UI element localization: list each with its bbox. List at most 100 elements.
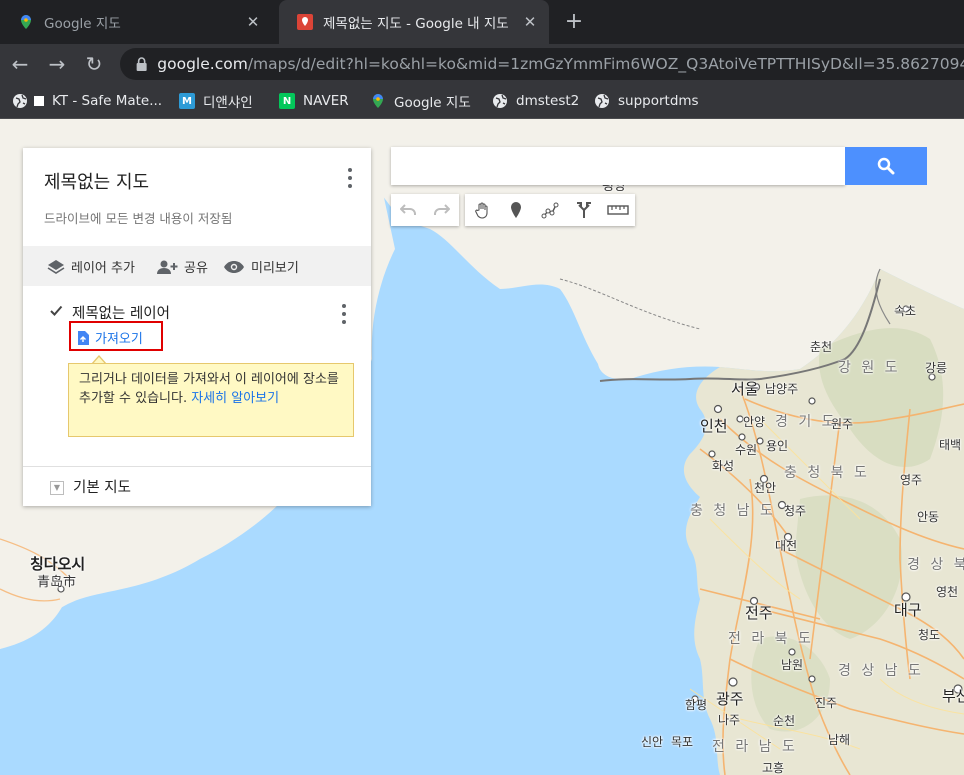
add-layer-button[interactable]: 레이어 추가 <box>47 257 135 276</box>
panel-divider <box>23 466 371 467</box>
draw-line-button[interactable] <box>533 194 567 226</box>
globe-icon <box>595 94 609 108</box>
map-label: 안양 <box>743 415 766 429</box>
map-label: 경 상 남 도 <box>838 663 924 679</box>
preview-label: 미리보기 <box>251 261 299 276</box>
directions-icon <box>577 202 591 218</box>
tab-my-maps[interactable]: 제목없는 지도 - Google 내 지도 ✕ <box>279 0 549 44</box>
map-label: 남해 <box>828 733 851 747</box>
layer-name[interactable]: 제목없는 레이어 <box>72 302 170 323</box>
search-button[interactable] <box>845 147 927 185</box>
map-editor-panel: 제목없는 지도 드라이브에 모든 변경 내용이 저장됨 레이어 추가 공유 미리… <box>23 148 371 506</box>
share-button[interactable]: 공유 <box>156 257 208 276</box>
map-label: 용인 <box>766 439 789 453</box>
bookmark-naver[interactable]: N NAVER <box>279 91 349 111</box>
square-icon <box>34 96 44 106</box>
map-label: 원주 <box>831 417 854 431</box>
map-label: 순천 <box>773 714 796 728</box>
forward-button[interactable]: → <box>45 52 69 76</box>
map-label: 인천 <box>700 417 728 435</box>
bookmarks-bar: KT - Safe Mate... M 디앤샤인 N NAVER Google … <box>0 84 964 119</box>
bookmark-dnshine[interactable]: M 디앤샤인 <box>179 91 253 111</box>
map-label: 청도 <box>918 628 941 642</box>
undo-redo-group <box>391 194 459 226</box>
add-marker-button[interactable] <box>499 194 533 226</box>
m-logo-icon: M <box>179 93 195 109</box>
my-maps-icon <box>297 14 313 30</box>
hand-tool-button[interactable] <box>465 194 499 226</box>
ruler-button[interactable] <box>601 194 635 226</box>
save-status: 드라이브에 모든 변경 내용이 저장됨 <box>44 211 233 226</box>
globe-icon <box>493 94 507 108</box>
maps-pin-icon <box>21 15 31 29</box>
map-label: 춘천 <box>810 340 833 354</box>
url-host: google.com <box>157 55 248 73</box>
bookmark-label: 디앤샤인 <box>203 95 253 111</box>
map-title[interactable]: 제목없는 지도 <box>44 168 149 194</box>
redo-icon <box>434 204 450 215</box>
map-label: 대구 <box>894 601 922 619</box>
layer-options-menu-icon[interactable] <box>338 304 350 324</box>
redo-button[interactable] <box>425 194 459 226</box>
map-label: 전주 <box>745 604 773 622</box>
map-label: 경 상 북 도 <box>907 557 964 573</box>
add-layer-label: 레이어 추가 <box>71 261 135 276</box>
bookmark-kt-safe-mate[interactable]: KT - Safe Mate... <box>12 91 162 111</box>
tab-close-icon[interactable]: ✕ <box>521 13 539 31</box>
map-label: 함평 <box>685 698 708 712</box>
map-label: 천안 <box>754 481 777 495</box>
hand-icon <box>475 202 488 219</box>
map-label: 대전 <box>775 539 798 553</box>
map-label: 신안 <box>641 735 664 749</box>
learn-more-link[interactable]: 자세히 알아보기 <box>191 391 279 406</box>
map-label: 태백 <box>939 438 962 452</box>
map-label: 속초 <box>894 304 917 318</box>
map-label: 青岛市 <box>37 575 77 590</box>
new-tab-button[interactable]: + <box>562 8 586 36</box>
search-input[interactable] <box>391 147 845 185</box>
map-options-menu-icon[interactable] <box>344 168 356 188</box>
reload-button[interactable]: ↻ <box>82 52 106 76</box>
bookmark-dmstest2[interactable]: dmstest2 <box>492 91 579 111</box>
add-person-icon <box>156 260 178 274</box>
map-label: 나주 <box>718 713 741 727</box>
bookmark-supportdms[interactable]: supportdms <box>594 91 699 111</box>
map-label: 진주 <box>815 696 838 710</box>
ruler-icon <box>607 205 629 215</box>
map-label: 충 청 북 도 <box>784 465 870 481</box>
map-label: 광주 <box>716 690 744 708</box>
globe-icon <box>13 94 27 108</box>
back-button[interactable]: ← <box>8 52 32 76</box>
tab-close-icon[interactable]: ✕ <box>244 13 262 31</box>
tab-google-maps[interactable]: Google 지도 ✕ <box>0 0 272 44</box>
map-label: 부산 <box>942 687 964 705</box>
map-label: 경 기 도 <box>775 414 838 430</box>
map-label: 수원 <box>735 443 758 457</box>
basemap-label[interactable]: 기본 지도 <box>73 476 131 497</box>
map-label: 안동 <box>917 510 940 524</box>
import-tooltip: 그리거나 데이터를 가져와서 이 레이어에 장소를 추가할 수 있습니다. 자세… <box>68 363 354 437</box>
layers-icon <box>47 259 65 275</box>
search-icon <box>877 157 895 175</box>
bookmark-label: supportdms <box>618 93 699 109</box>
undo-button[interactable] <box>391 194 425 226</box>
eye-icon <box>223 260 245 274</box>
chevron-down-icon[interactable]: ▼ <box>50 481 64 495</box>
bookmark-google-maps[interactable]: Google 지도 <box>370 91 471 111</box>
url-path: /maps/d/edit?hl=ko&hl=ko&mid=1zmGzYmmFim… <box>247 55 964 73</box>
map-label: 충 청 남 도 <box>690 503 776 519</box>
bookmark-label: dmstest2 <box>516 93 580 109</box>
layer-visibility-checkbox[interactable] <box>49 304 63 318</box>
import-link[interactable]: 가져오기 <box>77 328 143 347</box>
undo-icon <box>400 204 416 215</box>
preview-button[interactable]: 미리보기 <box>223 257 299 276</box>
map-label: 서울 <box>731 380 759 398</box>
marker-icon <box>511 202 521 218</box>
map-label: 강릉 <box>925 361 948 375</box>
maps-pin-icon <box>373 94 383 108</box>
address-bar[interactable]: google.com/maps/d/edit?hl=ko&hl=ko&mid=1… <box>120 48 964 80</box>
map-label: 남원 <box>781 658 804 672</box>
map-label: 강 원 도 <box>838 360 901 376</box>
directions-button[interactable] <box>567 194 601 226</box>
tab-title: 제목없는 지도 - Google 내 지도 <box>323 16 509 32</box>
